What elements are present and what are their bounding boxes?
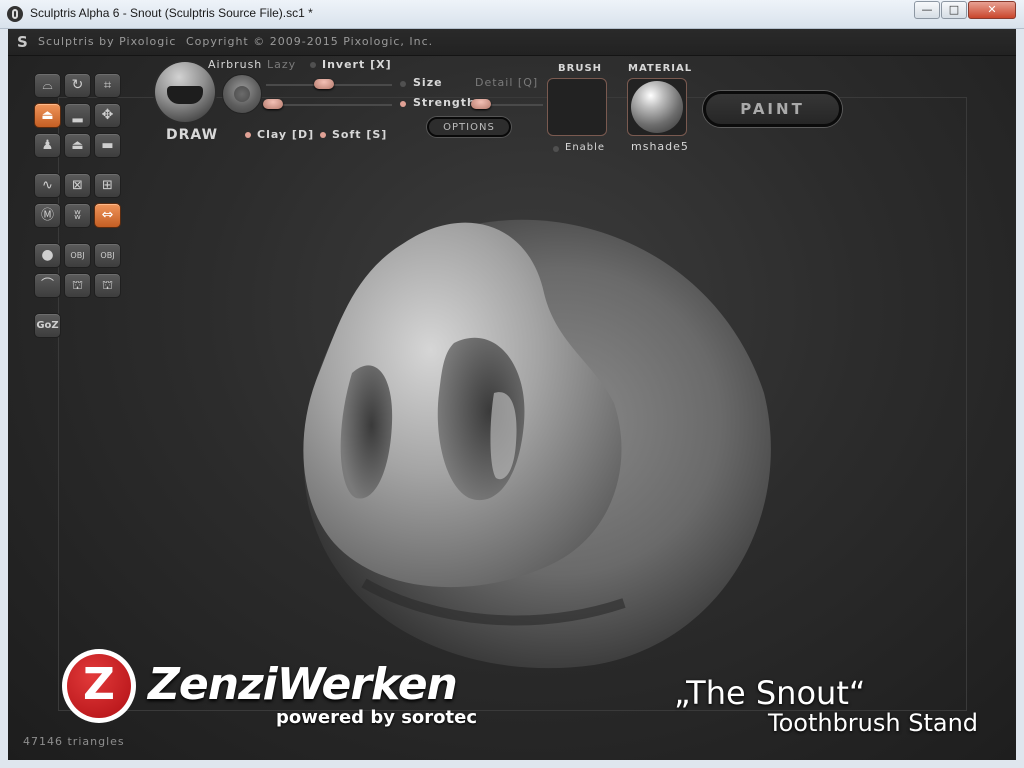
airbrush-label: Airbrush (208, 58, 263, 71)
project-subtitle: Toothbrush Stand (768, 709, 979, 737)
crease-tool-icon[interactable]: ⌓ (34, 73, 61, 98)
wireframe-toggle-icon[interactable]: ⊞ (94, 173, 121, 198)
brush-wave-icon[interactable]: ʬ (64, 203, 91, 228)
draw-brush-preview[interactable] (155, 62, 215, 122)
sculptris-logo-icon: S (17, 33, 28, 51)
window-border-bottom (0, 760, 1024, 768)
strength-slider[interactable] (266, 104, 392, 106)
strength-slider-knob[interactable] (263, 99, 283, 109)
material-name: mshade5 (631, 140, 689, 153)
brand-name: ZenziWerken (148, 659, 458, 710)
zenziwerken-logo: Z (62, 649, 136, 723)
mask-tool-icon[interactable]: Ⓜ (34, 203, 61, 228)
strength-label: Strength (413, 96, 476, 109)
size-slider-knob[interactable] (314, 79, 334, 89)
flatten-tool-icon[interactable]: ▂ (64, 103, 91, 128)
lazy-label[interactable]: Lazy (267, 58, 296, 71)
sculptris-app-icon (7, 6, 23, 22)
detail-slider-knob[interactable] (471, 99, 491, 109)
triangle-count: 47146 triangles (23, 735, 125, 748)
app-header: S Sculptris by Pixologic Copyright © 200… (8, 29, 1016, 56)
tool-name: DRAW (166, 127, 219, 143)
app-canvas[interactable]: S Sculptris by Pixologic Copyright © 200… (8, 29, 1016, 760)
crop-tool-icon[interactable]: ⌗ (94, 73, 121, 98)
project-title: „The Snout“ (674, 674, 866, 712)
window-border-right (1016, 29, 1024, 768)
detail-label[interactable]: Detail [Q] (475, 76, 538, 89)
import-obj-icon[interactable]: OBJ (64, 243, 91, 268)
inflate-tool-icon[interactable]: ♟ (34, 133, 61, 158)
plane-new-icon[interactable]: ⌒ (34, 273, 61, 298)
pinch-tool-icon[interactable]: ⏏ (64, 133, 91, 158)
enable-label[interactable]: Enable (565, 142, 605, 153)
rotate-tool-icon[interactable]: ↻ (64, 73, 91, 98)
soft-label[interactable]: Soft [S] (332, 128, 387, 141)
window-titlebar: Sculptris Alpha 6 - Snout (Sculptris Sou… (0, 0, 1024, 29)
clay-label[interactable]: Clay [D] (257, 128, 314, 141)
product-name: Sculptris by Pixologic (38, 35, 177, 48)
brush-texture-slot[interactable] (547, 78, 607, 136)
material-preview-sphere (631, 81, 683, 133)
goz-button[interactable]: GoZ (34, 313, 61, 338)
symmetry-tool-icon[interactable]: ∿ (34, 173, 61, 198)
sphere-new-icon[interactable]: ● (34, 243, 61, 268)
reduce-tool-icon[interactable]: ⊠ (64, 173, 91, 198)
symmetry-axis-icon[interactable]: ⇔ (94, 203, 121, 228)
snout-model[interactable] (294, 203, 774, 673)
maximize-button[interactable]: □ (941, 1, 967, 19)
strength-toggle[interactable] (400, 101, 406, 107)
copyright-text: Copyright © 2009-2015 Pixologic, Inc. (186, 35, 434, 48)
open-file-icon[interactable]: ⛫ (64, 273, 91, 298)
soft-toggle[interactable] (320, 132, 326, 138)
logo-letter: Z (67, 654, 131, 718)
close-button[interactable]: ✕ (968, 1, 1016, 19)
export-obj-icon[interactable]: OBJ (94, 243, 121, 268)
save-file-icon[interactable]: ⛫ (94, 273, 121, 298)
paint-button[interactable]: PAINT (703, 91, 842, 127)
invert-toggle[interactable] (310, 62, 316, 68)
clay-toggle[interactable] (245, 132, 251, 138)
invert-label[interactable]: Invert [X] (322, 58, 392, 71)
material-heading: MATERIAL (628, 63, 693, 74)
options-button[interactable]: OPTIONS (427, 117, 511, 137)
window-title: Sculptris Alpha 6 - Snout (Sculptris Sou… (30, 6, 313, 20)
smooth-tool-icon[interactable]: ▬ (94, 133, 121, 158)
draw-tool-icon[interactable]: ⏏ (34, 103, 61, 128)
material-slot[interactable] (627, 78, 687, 136)
brush-heading: BRUSH (558, 63, 603, 74)
airbrush-toggle[interactable] (222, 74, 262, 114)
minimize-button[interactable]: — (914, 1, 940, 19)
size-toggle[interactable] (400, 81, 406, 87)
brush-enable-toggle[interactable] (553, 146, 559, 152)
move-tool-icon[interactable]: ✥ (94, 103, 121, 128)
brand-tagline: powered by sorotec (276, 707, 478, 728)
size-label: Size (413, 76, 443, 89)
